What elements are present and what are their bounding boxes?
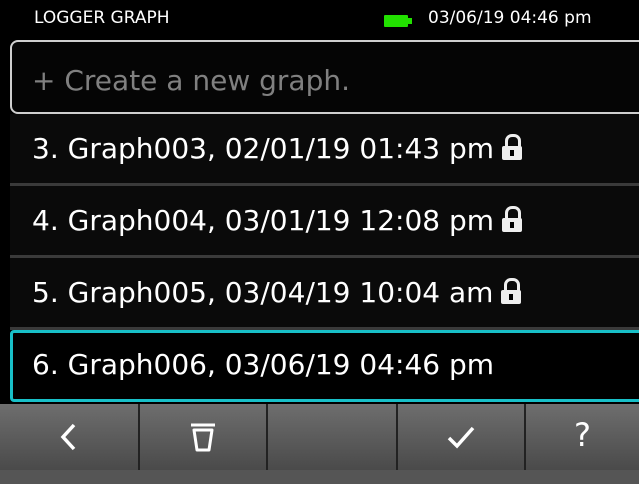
list-item-label: 3. Graph003, 02/01/19 01:43 pm [32, 132, 495, 165]
trash-icon [191, 423, 215, 452]
list-item[interactable]: 4. Graph004, 03/01/19 12:08 pm [10, 186, 639, 258]
empty-softkey-button[interactable] [268, 404, 398, 470]
toolbar-base [0, 470, 639, 484]
lock-icon [502, 134, 523, 160]
help-icon: ? [574, 416, 591, 454]
toolbar: ? [0, 404, 639, 484]
list-item[interactable]: 3. Graph003, 02/01/19 01:43 pm [10, 114, 639, 186]
back-button[interactable] [0, 404, 140, 470]
checkmark-icon [447, 426, 475, 449]
list-item-label: 5. Graph005, 03/04/19 10:04 am [32, 276, 494, 309]
status-datetime: 03/06/19 04:46 pm [428, 8, 592, 28]
delete-button[interactable] [140, 404, 268, 470]
lock-icon [501, 278, 522, 304]
list-item-label: 4. Graph004, 03/01/19 12:08 pm [32, 204, 495, 237]
list-item-label: 6. Graph006, 03/06/19 04:46 pm [32, 348, 495, 381]
create-graph-label: + Create a new graph. [32, 64, 350, 97]
list-item-selected[interactable]: 6. Graph006, 03/06/19 04:46 pm [10, 330, 639, 402]
list-item[interactable]: 5. Graph005, 03/04/19 10:04 am [10, 258, 639, 330]
back-chevron-icon [60, 423, 76, 451]
status-bar: LOGGER GRAPH 03/06/19 04:46 pm [0, 0, 639, 40]
create-graph-item[interactable]: + Create a new graph. [10, 40, 639, 114]
lock-icon [502, 206, 523, 232]
page-title: LOGGER GRAPH [34, 8, 170, 28]
battery-icon [384, 15, 412, 27]
confirm-button[interactable] [398, 404, 526, 470]
help-button[interactable]: ? [526, 404, 639, 470]
